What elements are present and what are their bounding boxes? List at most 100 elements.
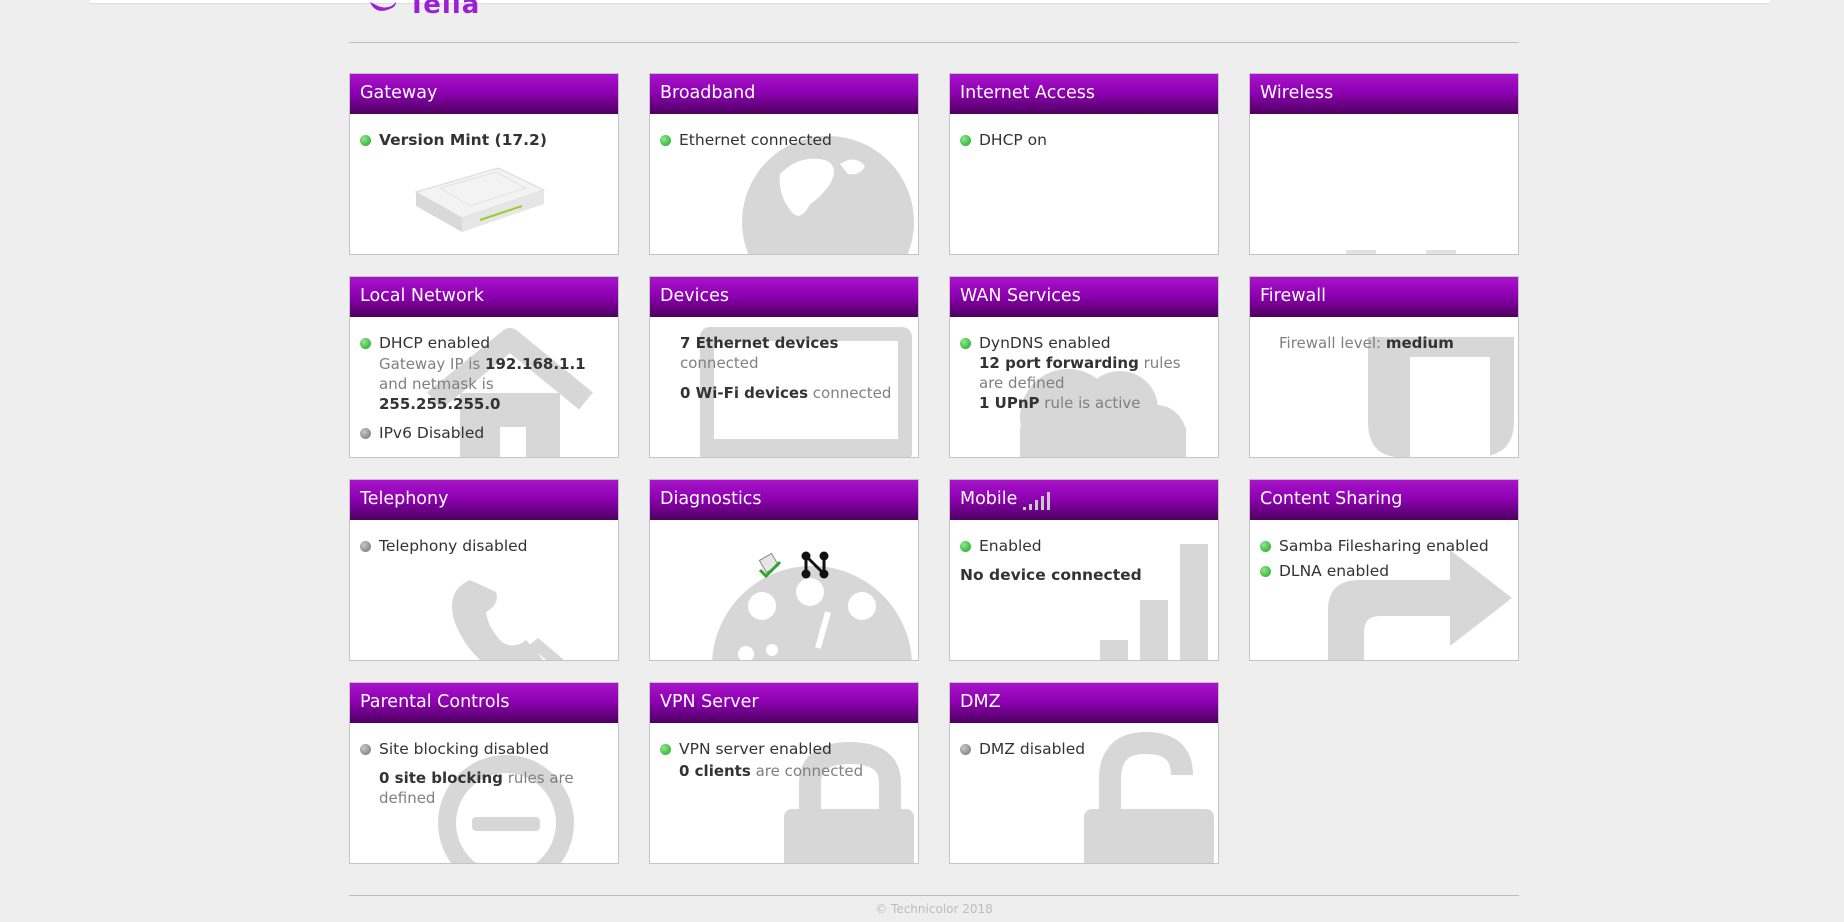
status-on-icon bbox=[1260, 541, 1271, 552]
vpn-status: VPN server enabled bbox=[679, 740, 832, 758]
card-parental-controls[interactable]: Parental Controls Site blocking disabled… bbox=[349, 682, 619, 864]
clients-count: 0 clients bbox=[679, 762, 751, 780]
title-text: Firewall bbox=[1260, 286, 1326, 306]
card-firewall[interactable]: Firewall Firewall level: medium bbox=[1249, 276, 1519, 458]
port-forwarding-info: 12 port forwarding rules are defined bbox=[960, 353, 1208, 393]
footer-divider bbox=[349, 895, 1519, 896]
status-on-icon bbox=[660, 135, 671, 146]
status-row: Version Mint (17.2) bbox=[360, 130, 608, 150]
status-text: DHCP on bbox=[979, 131, 1047, 149]
card-title: Internet Access bbox=[950, 74, 1218, 114]
card-internet-access[interactable]: Internet Access DHCP on bbox=[949, 73, 1219, 255]
status-text: Ethernet connected bbox=[679, 131, 832, 149]
status-off-icon bbox=[360, 744, 371, 755]
title-text: Gateway bbox=[360, 83, 438, 103]
network-graph-icon[interactable] bbox=[800, 550, 830, 580]
samba-status: Samba Filesharing enabled bbox=[1279, 537, 1489, 555]
dyndns-status: DynDNS enabled bbox=[979, 334, 1111, 352]
card-title: Parental Controls bbox=[350, 683, 618, 723]
status-row: DMZ disabled bbox=[960, 739, 1208, 759]
card-title: WAN Services bbox=[950, 277, 1218, 317]
status-row: Ethernet connected bbox=[660, 130, 908, 150]
gw-prefix: Gateway IP is bbox=[379, 355, 481, 373]
title-text: Parental Controls bbox=[360, 692, 510, 712]
status-row: DHCP on bbox=[960, 130, 1208, 150]
card-title: Mobile bbox=[950, 480, 1218, 520]
title-text: Broadband bbox=[660, 83, 756, 103]
gateway-ip-info: Gateway IP is 192.168.1.1 and netmask is… bbox=[360, 354, 608, 414]
status-on-icon bbox=[960, 135, 971, 146]
card-diagnostics[interactable]: Diagnostics bbox=[649, 479, 919, 661]
signal-bars-icon bbox=[1023, 492, 1051, 510]
status-row: Site blocking disabled bbox=[360, 739, 608, 759]
dyndns-row: DynDNS enabled bbox=[960, 333, 1208, 353]
header-divider bbox=[349, 42, 1519, 43]
clients-suffix: are connected bbox=[755, 762, 864, 780]
title-text: Content Sharing bbox=[1260, 489, 1403, 509]
card-title: Gateway bbox=[350, 74, 618, 114]
dhcp-status: DHCP enabled bbox=[379, 334, 491, 352]
firewall-level: medium bbox=[1385, 334, 1454, 352]
telia-logo-icon bbox=[370, 2, 396, 11]
status-on-icon bbox=[960, 541, 971, 552]
dlna-row: DLNA enabled bbox=[1260, 561, 1508, 581]
status-off-icon bbox=[960, 744, 971, 755]
card-dmz[interactable]: DMZ DMZ disabled bbox=[949, 682, 1219, 864]
card-title: DMZ bbox=[950, 683, 1218, 723]
footer-copyright: © Technicolor 2018 bbox=[875, 902, 993, 916]
card-title: Broadband bbox=[650, 74, 918, 114]
ethernet-devices: 7 Ethernet devices connected bbox=[680, 333, 908, 373]
status-off-icon bbox=[360, 428, 371, 439]
samba-row: Samba Filesharing enabled bbox=[1260, 536, 1508, 556]
site-blocking-rules: 0 site blocking rules are defined bbox=[360, 768, 608, 808]
dashboard-grid: Gateway Version Mint (17.2) Broadband Et… bbox=[349, 73, 1519, 864]
wifi-suffix: connected bbox=[812, 384, 892, 402]
card-vpn-server[interactable]: VPN Server VPN server enabled 0 clients … bbox=[649, 682, 919, 864]
card-devices[interactable]: Devices 7 Ethernet devices connected 0 W… bbox=[649, 276, 919, 458]
card-title: Devices bbox=[650, 277, 918, 317]
ipv6-status: IPv6 Disabled bbox=[379, 424, 485, 442]
status-on-icon bbox=[660, 744, 671, 755]
firewall-label: Firewall level: bbox=[1279, 334, 1382, 352]
card-wan-services[interactable]: WAN Services DynDNS enabled 12 port forw… bbox=[949, 276, 1219, 458]
mobile-status: Enabled bbox=[979, 537, 1042, 555]
ethernet-suffix: connected bbox=[680, 354, 759, 372]
dlna-status: DLNA enabled bbox=[1279, 562, 1390, 580]
card-broadband[interactable]: Broadband Ethernet connected bbox=[649, 73, 919, 255]
card-mobile[interactable]: Mobile Enabled No device connected bbox=[949, 479, 1219, 661]
diagnostics-tools bbox=[756, 550, 908, 580]
card-title: Firewall bbox=[1250, 277, 1518, 317]
vpn-clients: 0 clients are connected bbox=[660, 761, 908, 781]
title-text: Telephony bbox=[360, 489, 449, 509]
wifi-count: 0 Wi-Fi devices bbox=[680, 384, 809, 402]
ipv6-row: IPv6 Disabled bbox=[360, 423, 608, 443]
card-gateway[interactable]: Gateway Version Mint (17.2) bbox=[349, 73, 619, 255]
card-title: Diagnostics bbox=[650, 480, 918, 520]
title-text: Wireless bbox=[1260, 83, 1334, 103]
ethernet-count: 7 Ethernet devices bbox=[680, 334, 839, 352]
status-on-icon bbox=[1260, 566, 1271, 577]
mask-prefix: and netmask is bbox=[379, 375, 494, 393]
gateway-ip: 192.168.1.1 bbox=[485, 355, 586, 373]
site-blocking-status: Site blocking disabled bbox=[379, 740, 549, 758]
check-connection-icon[interactable] bbox=[756, 550, 786, 580]
port-forwarding-count: 12 port forwarding bbox=[979, 354, 1139, 372]
title-text: DMZ bbox=[960, 692, 1001, 712]
logo-text: Telia bbox=[408, 0, 481, 20]
dmz-status: DMZ disabled bbox=[979, 740, 1086, 758]
title-text: WAN Services bbox=[960, 286, 1081, 306]
card-content-sharing[interactable]: Content Sharing Samba Filesharing enable… bbox=[1249, 479, 1519, 661]
title-text: Mobile bbox=[960, 489, 1018, 509]
title-text: Internet Access bbox=[960, 83, 1095, 103]
status-row: Telephony disabled bbox=[360, 536, 608, 556]
wifi-icon bbox=[1346, 250, 1456, 254]
mobile-device-status: No device connected bbox=[960, 566, 1142, 584]
status-on-icon bbox=[360, 135, 371, 146]
title-text: Devices bbox=[660, 286, 729, 306]
card-telephony[interactable]: Telephony Telephony disabled bbox=[349, 479, 619, 661]
rules-count: 0 site blocking bbox=[379, 769, 503, 787]
wifi-devices: 0 Wi-Fi devices connected bbox=[680, 383, 908, 403]
status-row: Enabled bbox=[960, 536, 1208, 556]
card-local-network[interactable]: Local Network DHCP enabled Gateway IP is… bbox=[349, 276, 619, 458]
card-wireless[interactable]: Wireless bbox=[1249, 73, 1519, 255]
